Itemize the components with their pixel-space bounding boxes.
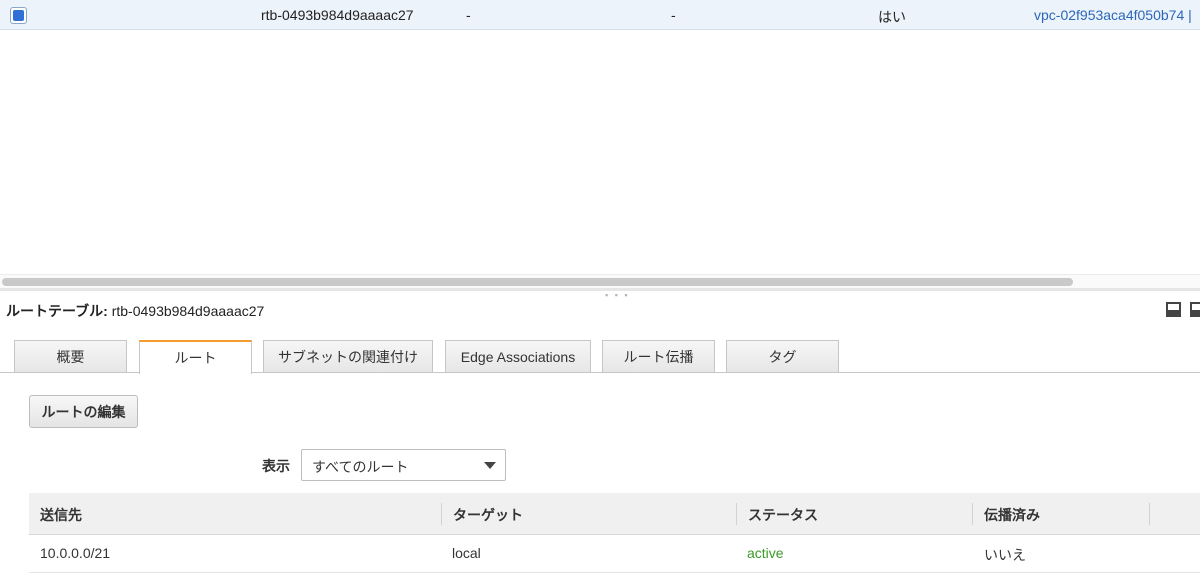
vpc-link[interactable]: vpc-02f953aca4f050b74 | xyxy=(1034,7,1192,23)
destination-cell: 10.0.0.0/21 xyxy=(40,545,111,561)
table-row[interactable]: 10.0.0.0/21 local active いいえ xyxy=(29,535,1200,573)
horizontal-scrollbar[interactable] xyxy=(0,274,1200,288)
detail-title: ルートテーブル: rtb-0493b984d9aaaac27 xyxy=(6,301,264,321)
panel-splitter[interactable] xyxy=(0,288,1200,291)
route-table-row[interactable]: rtb-0493b984d9aaaac27 - - はい vpc-02f953a… xyxy=(0,0,1200,30)
tab-edge-associations[interactable]: Edge Associations xyxy=(445,340,591,373)
tab-tags[interactable]: タグ xyxy=(726,340,839,373)
column-divider[interactable] xyxy=(972,503,973,525)
column-header-target[interactable]: ターゲット xyxy=(453,505,523,525)
route-filter-select[interactable]: すべてのルート xyxy=(301,449,506,481)
target-cell: local xyxy=(452,545,481,561)
tab-routes[interactable]: ルート xyxy=(139,340,252,374)
route-filter-value: すべてのルート xyxy=(312,459,409,475)
dash-cell-2: - xyxy=(671,7,676,23)
detail-title-label: ルートテーブル: xyxy=(6,303,108,319)
checkbox-checked-mark xyxy=(13,10,24,21)
column-header-propagated[interactable]: 伝播済み xyxy=(984,505,1040,525)
dash-cell-1: - xyxy=(466,7,471,23)
propagated-cell: いいえ xyxy=(984,547,1026,563)
dock-side-icon[interactable] xyxy=(1190,302,1200,317)
tab-route-propagation[interactable]: ルート伝播 xyxy=(602,340,715,373)
filter-label: 表示 xyxy=(262,458,290,474)
column-divider[interactable] xyxy=(441,503,442,525)
column-header-status[interactable]: ステータス xyxy=(748,505,818,525)
edit-routes-button[interactable]: ルートの編集 xyxy=(29,395,138,428)
status-cell: active xyxy=(747,545,784,561)
resize-grip-icon[interactable]: ▪ ▪ ▪ xyxy=(605,291,630,300)
main-cell: はい xyxy=(878,9,906,25)
tab-overview[interactable]: 概要 xyxy=(14,340,127,373)
row-checkbox[interactable] xyxy=(10,7,27,24)
chevron-down-icon xyxy=(484,462,496,469)
routes-table-header: 送信先 ターゲット ステータス 伝播済み xyxy=(29,493,1200,535)
detail-title-value: rtb-0493b984d9aaaac27 xyxy=(111,303,265,319)
column-divider[interactable] xyxy=(1149,503,1150,525)
scrollbar-thumb[interactable] xyxy=(2,278,1073,286)
column-divider[interactable] xyxy=(736,503,737,525)
route-table-id-cell: rtb-0493b984d9aaaac27 xyxy=(261,7,414,23)
column-header-destination[interactable]: 送信先 xyxy=(40,505,82,525)
tab-subnet-associations[interactable]: サブネットの関連付け xyxy=(263,340,433,373)
dock-bottom-icon[interactable] xyxy=(1166,302,1181,317)
